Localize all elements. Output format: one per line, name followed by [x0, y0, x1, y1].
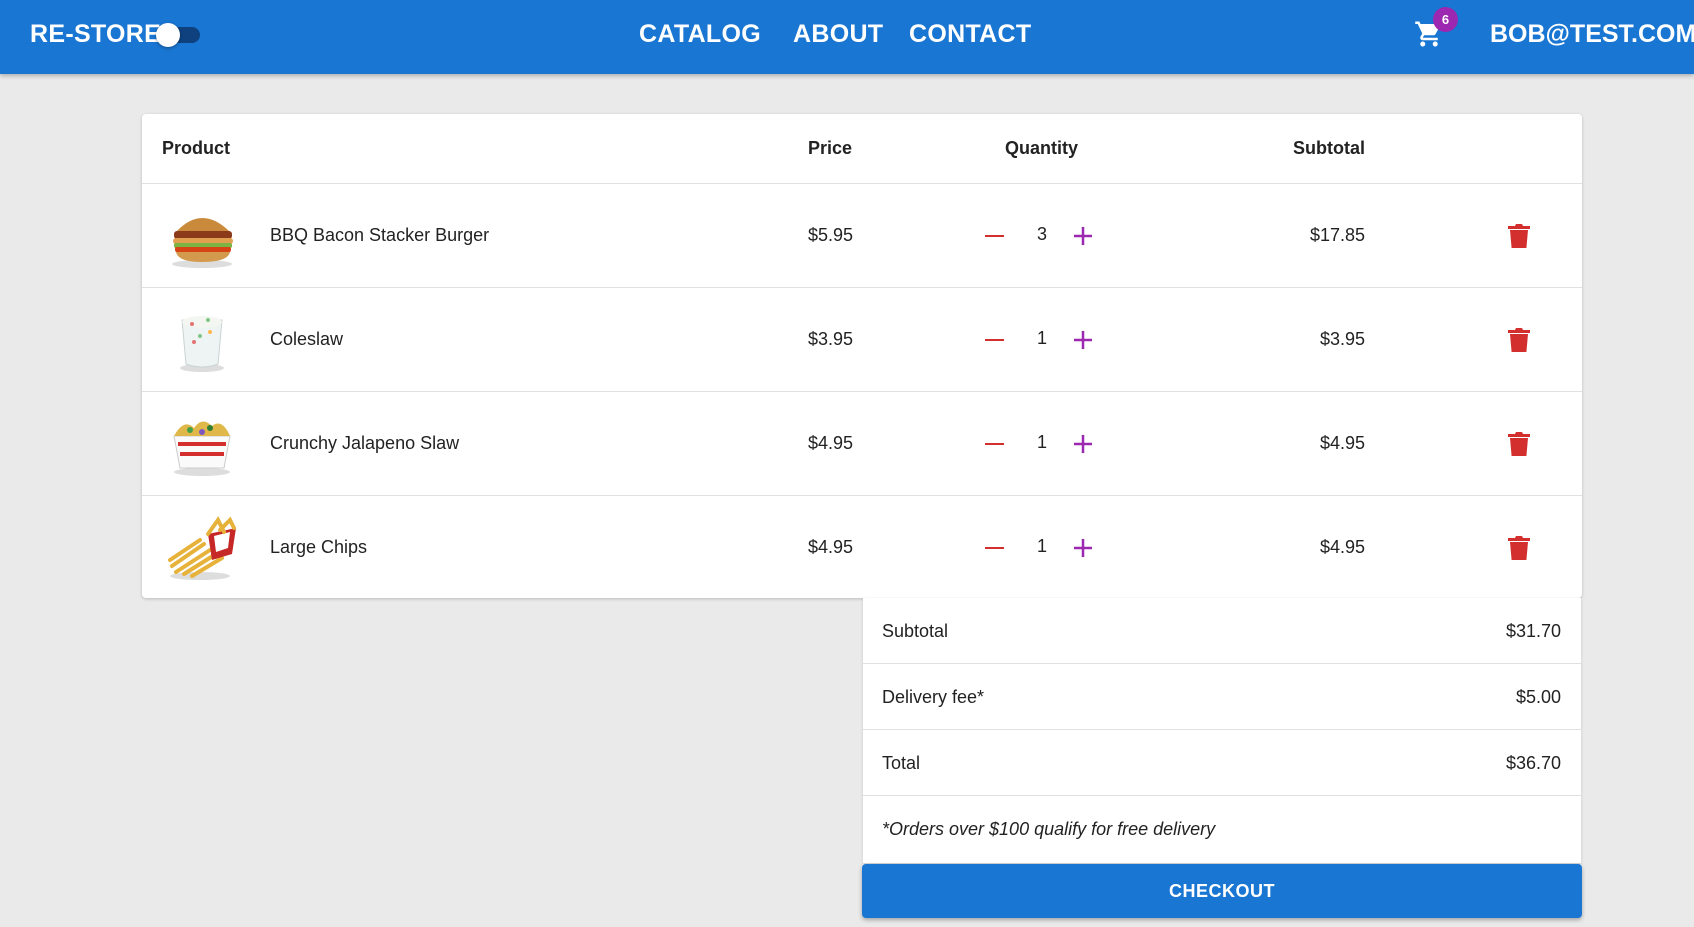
delete-item-button[interactable]: [1507, 326, 1531, 354]
switch-thumb: [156, 23, 180, 47]
nav-contact[interactable]: CONTACT: [909, 0, 1031, 68]
product-name[interactable]: Coleslaw: [270, 329, 343, 350]
app-bar: RE-STORE CATALOG ABOUT CONTACT 6 BOB@TES…: [0, 0, 1694, 74]
delivery-fee-value: $5.00: [1515, 687, 1561, 707]
free-delivery-note-row: *Orders over $100 qualify for free deliv…: [863, 796, 1581, 862]
row-subtotal: $4.95: [1319, 433, 1365, 453]
quantity-value: 1: [1036, 432, 1047, 452]
trash-icon: [1508, 328, 1530, 352]
decrease-quantity-button[interactable]: [982, 224, 1006, 248]
delivery-fee-label: Delivery fee*: [882, 687, 985, 707]
decrease-quantity-button[interactable]: [982, 328, 1006, 352]
column-quantity: Quantity: [1005, 138, 1079, 158]
decrease-quantity-button[interactable]: [982, 536, 1006, 560]
table-row: Coleslaw $3.95 1 $3.95: [142, 288, 1582, 392]
trash-icon: [1508, 536, 1530, 560]
brand-title[interactable]: RE-STORE: [30, 0, 161, 68]
increase-quantity-button[interactable]: [1071, 328, 1095, 352]
decrease-quantity-button[interactable]: [982, 432, 1006, 456]
delete-item-button[interactable]: [1507, 430, 1531, 458]
quantity-value: 1: [1036, 328, 1047, 348]
user-menu[interactable]: BOB@TEST.COM: [1490, 0, 1694, 68]
table-header: Product Price Quantity Subtotal: [142, 114, 1582, 184]
row-subtotal: $17.85: [1309, 225, 1365, 245]
trash-icon: [1508, 224, 1530, 248]
delete-item-button[interactable]: [1507, 222, 1531, 250]
cart-table: Product Price Quantity Subtotal BBQ Baco…: [142, 114, 1582, 598]
plus-icon: [1074, 331, 1092, 349]
product-price: $3.95: [807, 329, 853, 349]
total-value: $36.70: [1505, 753, 1561, 773]
column-product: Product: [162, 138, 231, 158]
nav-catalog[interactable]: CATALOG: [639, 0, 761, 68]
delete-item-button[interactable]: [1507, 534, 1531, 562]
quantity-value: 3: [1036, 224, 1047, 244]
plus-icon: [1074, 227, 1092, 245]
increase-quantity-button[interactable]: [1071, 536, 1095, 560]
increase-quantity-button[interactable]: [1071, 224, 1095, 248]
total-label: Total: [882, 753, 921, 773]
summary-subtotal-value: $31.70: [1505, 621, 1561, 641]
summary-subtotal-label: Subtotal: [882, 621, 949, 641]
free-delivery-note: *Orders over $100 qualify for free deliv…: [882, 819, 1216, 839]
product-price: $4.95: [807, 537, 853, 557]
row-subtotal: $4.95: [1319, 537, 1365, 557]
plus-icon: [1074, 539, 1092, 557]
product-name[interactable]: Crunchy Jalapeno Slaw: [270, 433, 459, 454]
dark-mode-switch[interactable]: [156, 23, 204, 47]
order-summary: Subtotal $31.70 Delivery fee* $5.00 Tota…: [863, 598, 1581, 863]
jalapeno-slaw-image: [173, 421, 231, 476]
increase-quantity-button[interactable]: [1071, 432, 1095, 456]
checkout-button[interactable]: CHECKOUT: [862, 864, 1582, 918]
product-price: $4.95: [807, 433, 853, 453]
column-subtotal: Subtotal: [1293, 138, 1365, 158]
product-name[interactable]: Large Chips: [270, 537, 367, 558]
plus-icon: [1074, 435, 1092, 453]
cart-count-badge: 6: [1433, 7, 1458, 32]
nav-about[interactable]: ABOUT: [793, 0, 883, 68]
summary-delivery-row: Delivery fee* $5.00: [863, 664, 1581, 730]
product-price: $5.95: [807, 225, 853, 245]
row-subtotal: $3.95: [1319, 329, 1365, 349]
burger-image: [172, 218, 233, 268]
table-row: Large Chips $4.95 1 $4.95: [142, 496, 1582, 600]
summary-subtotal-row: Subtotal $31.70: [863, 598, 1581, 664]
product-name[interactable]: BBQ Bacon Stacker Burger: [270, 225, 489, 246]
summary-total-row: Total $36.70: [863, 730, 1581, 796]
column-price: Price: [807, 138, 852, 158]
coleslaw-image: [180, 316, 224, 372]
quantity-value: 1: [1036, 536, 1047, 556]
table-row: BBQ Bacon Stacker Burger $5.95 3 $17.85: [142, 184, 1582, 288]
table-row: Crunchy Jalapeno Slaw $4.95 1 $4.95: [142, 392, 1582, 496]
chips-image: [168, 516, 236, 580]
trash-icon: [1508, 432, 1530, 456]
